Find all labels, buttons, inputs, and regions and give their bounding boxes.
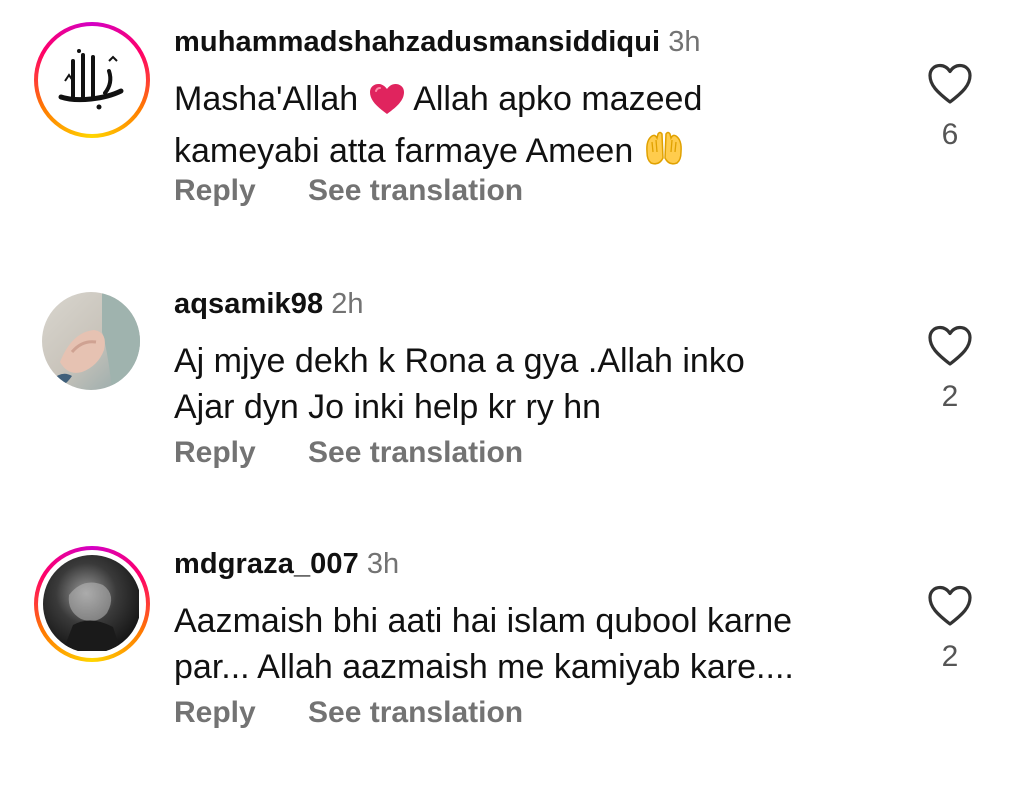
heart-outline-icon[interactable] (926, 62, 974, 106)
like-control: 2 (924, 324, 976, 414)
avatar-story-ring[interactable] (34, 22, 150, 138)
avatar (43, 555, 141, 653)
see-translation-button[interactable]: See translation (308, 436, 523, 470)
comment-text: Aazmaish bhi aati hai islam qubool karne… (174, 598, 874, 690)
comment-text: Masha'Allah Allah apko mazeed kameyabi a… (174, 76, 874, 180)
like-control: 2 (924, 584, 976, 674)
heart-outline-icon[interactable] (926, 324, 974, 368)
username[interactable]: aqsamik98 (174, 288, 323, 320)
comment-header: aqsamik98 2h (174, 284, 364, 324)
like-control: 6 (924, 62, 976, 152)
comment-text-part: Allah apko mazeed (413, 80, 703, 118)
comment-text-part: kameyabi atta farmaye Ameen (174, 132, 634, 170)
comment-actions: Reply See translation (174, 174, 523, 208)
red-heart-emoji (368, 82, 406, 128)
comment-item: aqsamik98 2h Aj mjye dekh k Rona a gya .A… (0, 262, 1024, 502)
username[interactable]: muhammadshahzadusmansiddiqui (174, 26, 660, 58)
avatar-story-ring[interactable] (34, 546, 150, 662)
allah-calligraphy-avatar (45, 33, 137, 125)
reply-button[interactable]: Reply (174, 174, 256, 208)
hands-photo-avatar (42, 292, 140, 390)
comment-text-part: Aj mjye dekh k Rona a gya .Allah inko (174, 342, 745, 380)
comment-item: mdgraza_007 3h Aazmaish bhi aati hai isla… (0, 522, 1024, 762)
like-count: 6 (941, 118, 959, 151)
like-count: 2 (941, 640, 959, 673)
like-count: 2 (941, 380, 959, 413)
dark-portrait-avatar (43, 555, 139, 651)
raising-hands-emoji (643, 130, 685, 180)
see-translation-button[interactable]: See translation (308, 174, 523, 208)
heart-outline-icon[interactable] (926, 584, 974, 628)
comment-text: Aj mjye dekh k Rona a gya .Allah inko Aj… (174, 338, 874, 430)
comment-header: muhammadshahzadusmansiddiqui 3h (174, 22, 700, 62)
username[interactable]: mdgraza_007 (174, 548, 359, 580)
see-translation-button[interactable]: See translation (308, 696, 523, 730)
comment-text-part: Ajar dyn Jo inki help kr ry hn (174, 388, 602, 426)
comment-text-part: Masha'Allah (174, 80, 359, 118)
reply-button[interactable]: Reply (174, 436, 256, 470)
comment-actions: Reply See translation (174, 436, 523, 470)
timestamp: 3h (668, 26, 701, 58)
timestamp: 3h (366, 548, 400, 580)
avatar[interactable] (42, 292, 140, 390)
comment-text-part: par... Allah aazmaish me kamiyab kare...… (174, 648, 794, 686)
reply-button[interactable]: Reply (174, 696, 256, 730)
avatar (43, 31, 141, 129)
comment-item: muhammadshahzadusmansiddiqui 3h Masha'All… (0, 0, 1024, 240)
timestamp: 2h (331, 288, 364, 320)
comment-text-part: Aazmaish bhi aati hai islam qubool karne (174, 602, 793, 640)
comment-actions: Reply See translation (174, 696, 523, 730)
comment-header: mdgraza_007 3h (174, 544, 399, 584)
